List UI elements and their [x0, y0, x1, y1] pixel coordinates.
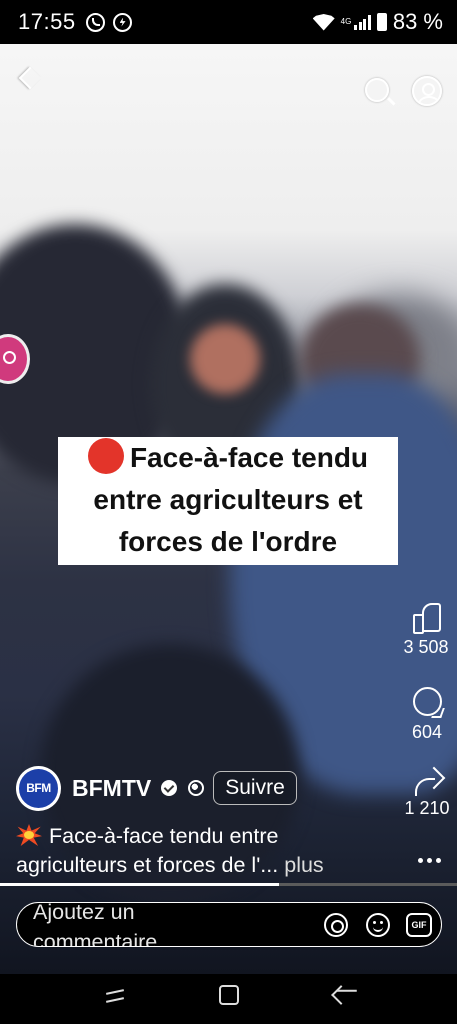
share-icon	[412, 768, 442, 796]
notification-icons	[85, 12, 132, 32]
search-icon[interactable]	[365, 78, 389, 102]
globe-icon	[188, 780, 205, 796]
signal-icon	[354, 14, 371, 30]
network-type: 4G	[340, 17, 352, 26]
like-count: 3 508	[403, 637, 449, 657]
share-button[interactable]: 1 210	[396, 768, 457, 819]
wifi-icon	[313, 14, 335, 30]
headline-line-2: entre agriculteurs et	[93, 484, 363, 515]
follow-button[interactable]: Suivre	[213, 771, 297, 805]
recent-apps-icon[interactable]	[104, 987, 126, 1007]
caption-line-1: Face-à-face tendu entre	[16, 822, 396, 851]
battery-percent: 83 %	[392, 9, 443, 34]
system-navigation-bar	[0, 974, 457, 1024]
comment-count: 604	[411, 722, 443, 742]
caption-line-2: agriculteurs et forces de l'... plus	[16, 853, 324, 877]
comment-button[interactable]: 604	[396, 687, 457, 743]
progress-fill	[0, 883, 279, 886]
status-time: 17:55	[18, 9, 76, 34]
status-right: 4G 83 %	[313, 9, 443, 35]
emoji-icon[interactable]	[366, 913, 390, 937]
whatsapp-icon	[85, 12, 105, 32]
profile-icon[interactable]	[412, 76, 442, 106]
more-options-icon[interactable]	[418, 858, 441, 863]
messenger-icon	[112, 12, 132, 32]
status-bar: 17:55 4G 83 %	[0, 0, 457, 44]
verified-icon	[161, 780, 178, 796]
avatar[interactable]: BFM	[16, 765, 61, 811]
channel-row: BFM BFMTV Suivre	[16, 765, 297, 811]
video-headline-overlay: Face-à-face tendu entre agriculteurs et …	[58, 437, 398, 565]
comment-icon	[412, 687, 442, 716]
top-navigation	[0, 58, 457, 118]
bfm-logo: BFM	[19, 768, 58, 808]
gif-icon[interactable]: GIF	[406, 913, 432, 937]
headline-line-1: Face-à-face tendu	[58, 437, 398, 479]
like-button[interactable]: 3 508	[395, 603, 457, 658]
system-back-icon[interactable]	[331, 985, 351, 1005]
mention-icon[interactable]	[324, 913, 348, 937]
comment-input[interactable]: Ajoutez un commentaire GIF	[16, 902, 442, 947]
video-progress-bar[interactable]	[0, 883, 457, 886]
home-icon[interactable]	[219, 985, 239, 1005]
red-circle-icon	[87, 438, 124, 474]
thumbs-up-icon	[413, 603, 441, 634]
battery-icon	[376, 13, 387, 31]
collision-emoji-icon	[16, 824, 42, 846]
headline-line-3: forces de l'ordre	[118, 526, 338, 557]
more-link[interactable]: plus	[284, 853, 323, 877]
channel-name[interactable]: BFMTV	[72, 775, 151, 802]
back-icon[interactable]	[18, 66, 42, 90]
video-caption[interactable]: Face-à-face tendu entre agriculteurs et …	[16, 822, 396, 880]
share-count: 1 210	[404, 798, 450, 818]
comment-placeholder: Ajoutez un commentaire	[33, 902, 158, 947]
